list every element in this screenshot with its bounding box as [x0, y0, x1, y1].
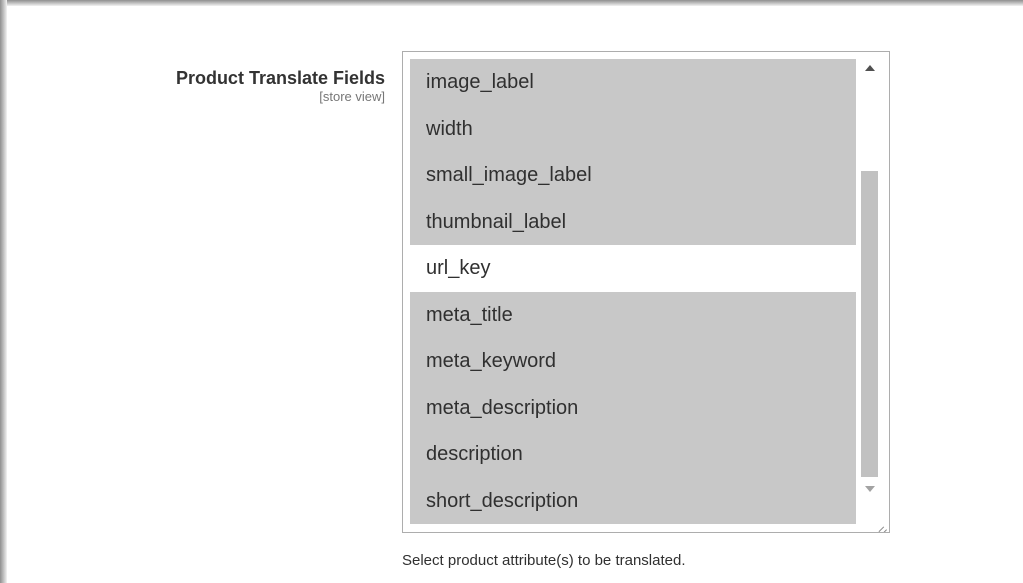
arrow-up-icon[interactable] — [865, 65, 875, 71]
option-image-label[interactable]: image_label — [410, 59, 856, 106]
field-label: Product Translate Fields [store view] — [176, 67, 385, 105]
scope-label: [store view] — [319, 89, 385, 104]
field-note: Select product attribute(s) to be transl… — [402, 552, 686, 569]
option-meta-description[interactable]: meta_description — [410, 384, 856, 431]
option-small-image-label[interactable]: small_image_label — [410, 152, 856, 199]
resize-grip-icon[interactable] — [877, 520, 887, 530]
vertical-scrollbar[interactable] — [856, 53, 888, 531]
option-url-key[interactable]: url_key — [410, 245, 856, 292]
window-shadow-left — [0, 0, 7, 583]
option-description[interactable]: description — [410, 431, 856, 478]
option-short-description[interactable]: short_description — [410, 477, 856, 524]
option-meta-title[interactable]: meta_title — [410, 291, 856, 338]
window-shadow-top — [0, 0, 1023, 6]
option-meta-keyword[interactable]: meta_keyword — [410, 338, 856, 385]
arrow-down-icon[interactable] — [865, 486, 875, 492]
field-title: Product Translate Fields — [175, 68, 385, 88]
option-width[interactable]: width — [410, 105, 856, 152]
scrollbar-thumb[interactable] — [861, 171, 878, 477]
product-translate-fields-multiselect[interactable]: image_label width small_image_label thum… — [402, 51, 890, 533]
option-thumbnail-label[interactable]: thumbnail_label — [410, 198, 856, 245]
options-list: image_label width small_image_label thum… — [410, 59, 856, 524]
